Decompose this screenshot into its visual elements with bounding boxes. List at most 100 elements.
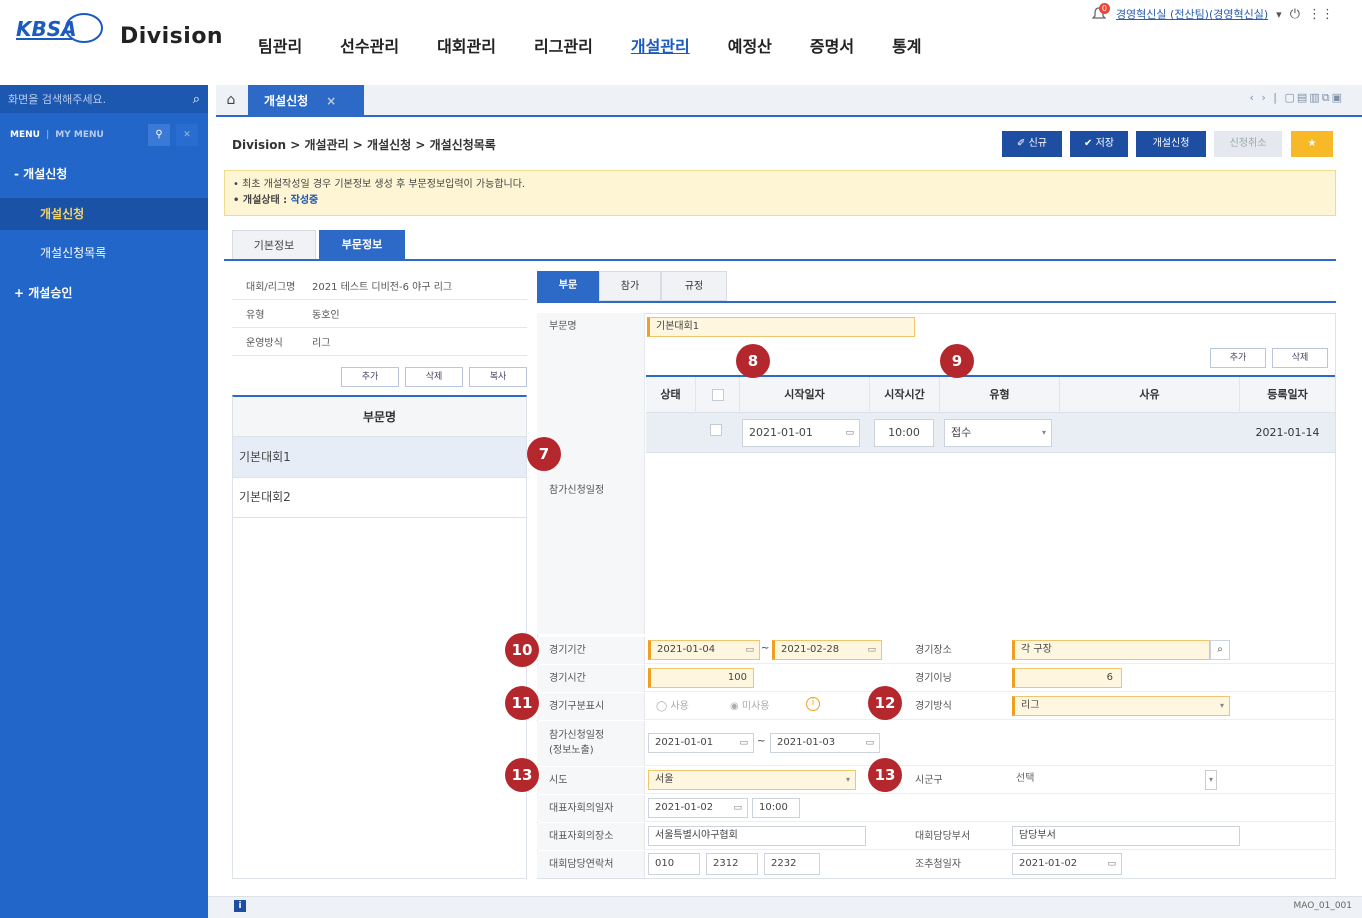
calendar-icon[interactable]: ▭	[739, 734, 748, 752]
tab-rules[interactable]: 규정	[661, 271, 727, 301]
rep-meeting-time-input[interactable]: 10:00	[752, 798, 800, 818]
display-unused-radio[interactable]: ◉ 미사용	[730, 697, 770, 712]
tab-basic-info[interactable]: 기본정보	[232, 230, 316, 260]
row-checkbox[interactable]	[710, 424, 722, 436]
col-reason: 사유	[1060, 377, 1240, 413]
method-select[interactable]: 리그 ▾	[1012, 696, 1230, 716]
nav-stats[interactable]: 통계	[892, 33, 921, 57]
start-time-input[interactable]: 10:00	[874, 419, 934, 447]
nav-certificate[interactable]: 증명서	[810, 33, 854, 57]
home-icon[interactable]: ⌂	[216, 85, 246, 115]
tab-division[interactable]: 부문	[537, 271, 599, 301]
bell-icon[interactable]: 0	[1091, 3, 1110, 21]
grid-menu-icon[interactable]: ⋮⋮	[1308, 7, 1334, 22]
period-to-input[interactable]: 2021-02-28 ▭	[772, 640, 882, 660]
split-v-icon[interactable]: ▥	[1309, 91, 1321, 104]
draw-date-label: 조추첨일자	[915, 859, 961, 870]
apply-from-input[interactable]: 2021-01-01 ▭	[648, 733, 754, 753]
period-from-input[interactable]: 2021-01-04 ▭	[648, 640, 760, 660]
sidebar-group-apply[interactable]: - 개설신청	[0, 158, 208, 190]
kbsa-logo[interactable]: KBSA	[14, 12, 106, 44]
contact-input-2[interactable]: 2312	[706, 853, 758, 875]
innings-label: 경기이닝	[915, 673, 952, 684]
dept-label: 대회담당부서	[915, 831, 971, 842]
menu-search[interactable]: 화면을 검색해주세요. ⌕	[0, 85, 208, 113]
apply-button[interactable]: 개설신청	[1136, 131, 1206, 157]
contact-input-3[interactable]: 2232	[764, 853, 820, 875]
info-icon[interactable]: i	[234, 900, 246, 912]
window-icon[interactable]: ⧉	[1322, 91, 1332, 104]
sigungu-select[interactable]: 선택 ▾	[1012, 770, 1222, 790]
calendar-icon[interactable]: ▭	[865, 734, 874, 752]
start-date-input[interactable]: 2021-01-01 ▭	[742, 419, 860, 447]
my-menu-tab[interactable]: MY MENU	[55, 130, 104, 140]
marker-9: 9	[940, 344, 974, 378]
division-row[interactable]: 기본대회1	[232, 437, 527, 478]
apply-to-input[interactable]: 2021-01-03 ▭	[770, 733, 880, 753]
search-icon[interactable]: ⌕	[1210, 640, 1230, 660]
sido-select[interactable]: 서울 ▾	[648, 770, 856, 790]
calendar-icon[interactable]: ▭	[745, 641, 754, 659]
rep-meeting-date-input[interactable]: 2021-01-02 ▭	[648, 798, 748, 818]
pin-icon[interactable]: ⚲	[148, 124, 170, 146]
innings-input[interactable]: 6	[1012, 668, 1122, 688]
restore-icon[interactable]: ▣	[1332, 91, 1344, 104]
display-use-radio[interactable]: ◯ 사용	[656, 697, 689, 712]
tab-participation[interactable]: 참가	[599, 271, 661, 301]
layout-icon[interactable]: ▢	[1285, 91, 1297, 104]
nav-player[interactable]: 선수관리	[340, 33, 399, 57]
tab-division-info[interactable]: 부문정보	[319, 230, 405, 260]
search-input[interactable]: 화면을 검색해주세요.	[8, 91, 106, 107]
schedule-grid-row[interactable]: 2021-01-01 ▭ 10:00 접수 ▾ 2021-01-14	[646, 413, 1335, 453]
favorite-button[interactable]: ★	[1291, 131, 1333, 157]
nav-tournament[interactable]: 대회관리	[437, 33, 496, 57]
dept-input[interactable]: 담당부서	[1012, 826, 1240, 846]
tab-apply[interactable]: 개설신청 ×	[248, 85, 364, 117]
info-icon[interactable]: i	[806, 697, 820, 711]
chevron-down-icon[interactable]: ▾	[1276, 8, 1282, 21]
nav-team[interactable]: 팀관리	[258, 33, 302, 57]
contact-label: 대회담당연락처	[537, 851, 645, 878]
calendar-icon[interactable]: ▭	[867, 641, 876, 659]
sidebar-item-apply-list[interactable]: 개설신청목록	[0, 237, 208, 269]
copy-division-button[interactable]: 복사	[469, 367, 527, 387]
nav-league[interactable]: 리그관리	[534, 33, 593, 57]
search-icon[interactable]: ⌕	[193, 92, 200, 107]
venue-input[interactable]: 각 구장	[1012, 640, 1210, 660]
info-row-type: 유형 동호인	[232, 300, 527, 328]
time-input[interactable]: 100	[648, 668, 754, 688]
status-label: • 개설상태 :	[233, 195, 291, 206]
contact-input-1[interactable]: 010	[648, 853, 700, 875]
close-icon[interactable]: ✕	[176, 124, 198, 146]
tab-close-icon[interactable]: ×	[326, 94, 336, 108]
power-icon[interactable]: ⏻	[1290, 7, 1300, 22]
cancel-apply-button[interactable]: 신청취소	[1214, 131, 1282, 157]
rep-meeting-place-input[interactable]: 서울특별시야구협회	[648, 826, 866, 846]
calendar-icon[interactable]: ▭	[845, 420, 854, 446]
calendar-icon[interactable]: ▭	[1107, 854, 1116, 874]
type-select[interactable]: 접수 ▾	[944, 419, 1052, 447]
division-name-input[interactable]: 기본대회1	[647, 317, 915, 337]
menu-tab[interactable]: MENU	[10, 130, 40, 140]
nav-settlement[interactable]: 예정산	[728, 33, 772, 57]
sidebar-item-apply[interactable]: 개설신청	[0, 198, 208, 230]
new-button[interactable]: ✐ 신규	[1002, 131, 1062, 157]
split-h-icon[interactable]: ▤	[1297, 91, 1309, 104]
save-button[interactable]: ✔ 저장	[1070, 131, 1128, 157]
add-division-button[interactable]: 추가	[341, 367, 399, 387]
delete-division-button[interactable]: 삭제	[405, 367, 463, 387]
sidebar-group-approve[interactable]: + 개설승인	[0, 277, 208, 309]
draw-date-input[interactable]: 2021-01-02 ▭	[1012, 853, 1122, 875]
marker-10: 10	[505, 633, 539, 667]
prev-icon[interactable]: ‹	[1250, 91, 1256, 104]
grid-delete-button[interactable]: 삭제	[1272, 348, 1328, 368]
user-link[interactable]: 경영혁신실 (전산팀)(경영혁신실)	[1116, 6, 1268, 22]
select-all-checkbox[interactable]	[711, 389, 724, 401]
calendar-icon[interactable]: ▭	[733, 799, 742, 817]
division-row[interactable]: 기본대회2	[232, 477, 527, 518]
col-status: 상태	[646, 377, 696, 413]
grid-add-button[interactable]: 추가	[1210, 348, 1266, 368]
nav-opening[interactable]: 개설관리	[631, 33, 690, 57]
next-icon[interactable]: ›	[1261, 91, 1267, 104]
schedule-grid-empty	[646, 453, 1335, 633]
